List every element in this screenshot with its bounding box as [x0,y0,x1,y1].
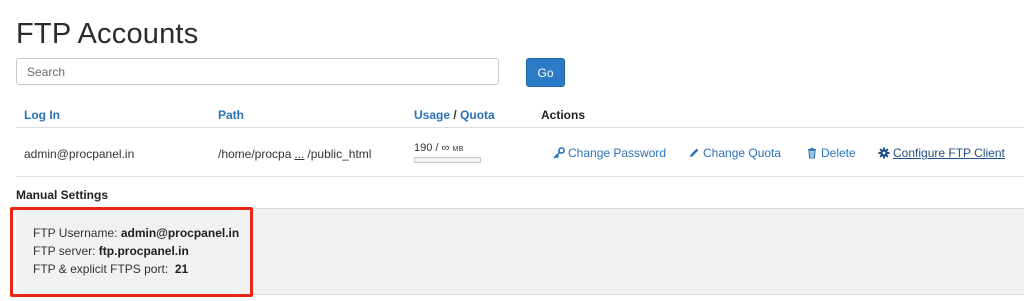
account-path: /home/procpa.../public_html [218,147,371,161]
page-title: FTP Accounts [16,18,199,50]
ftp-accounts-page: FTP Accounts Go Log In Path Usage / Quot… [0,0,1024,301]
column-header-usage-quota: Usage / Quota [414,108,495,122]
usage-separator: / ∞ [432,142,453,154]
change-password-link[interactable]: Change Password [553,146,666,160]
trash-icon [806,147,818,159]
column-header-login[interactable]: Log In [24,108,60,122]
pencil-icon [688,147,700,159]
usage-progress-bar [414,157,481,163]
column-header-path[interactable]: Path [218,108,244,122]
usage-readout: 190 / ∞ MB [414,142,464,154]
sort-usage-link[interactable]: Usage [414,108,450,122]
change-quota-link[interactable]: Change Quota [688,146,781,160]
path-end: /public_html [307,147,372,161]
gear-icon [878,147,890,159]
delete-label: Delete [821,146,856,160]
usage-unit: MB [452,146,464,153]
table-row-divider [16,176,1024,177]
account-login: admin@procpanel.in [24,147,135,161]
usage-value: 190 [414,142,433,154]
change-quota-label: Change Quota [703,146,782,160]
key-icon [553,147,565,159]
configure-ftp-client-link[interactable]: Configure FTP Client [878,146,1005,160]
column-header-actions: Actions [541,108,586,122]
search-input[interactable] [16,58,499,85]
manual-settings-heading: Manual Settings [16,188,109,202]
configure-ftp-client-label: Configure FTP Client [893,146,1005,160]
change-password-label: Change Password [568,146,667,160]
delete-link[interactable]: Delete [806,146,856,160]
expand-path-link[interactable]: ... [294,147,304,161]
highlight-box [10,207,253,297]
path-start: /home/procpa [218,147,292,161]
header-separator: / [453,108,457,122]
go-button[interactable]: Go [526,58,565,87]
table-header-divider [16,127,1024,128]
sort-quota-link[interactable]: Quota [460,108,495,122]
